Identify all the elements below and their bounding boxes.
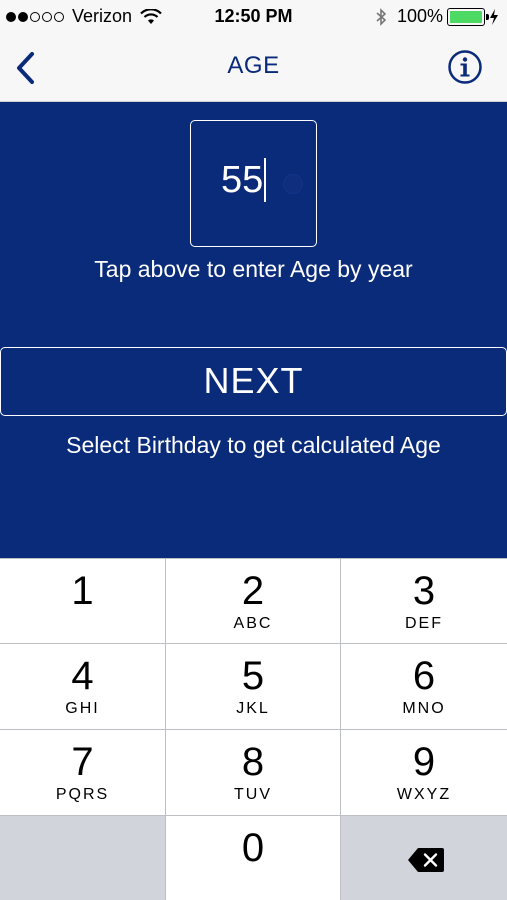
- key-letters: GHI: [65, 700, 100, 717]
- key-5[interactable]: 5 JKL: [166, 644, 340, 729]
- numeric-keypad: 1 2 ABC 3 DEF 4 GHI 5 JKL 6 MNO 7 PQRS 8…: [0, 558, 507, 900]
- age-input[interactable]: 55: [190, 120, 317, 247]
- key-letters: MNO: [402, 700, 446, 717]
- battery-tip: [486, 13, 489, 20]
- key-digit: 3: [412, 569, 436, 613]
- status-right: 100%: [375, 6, 499, 27]
- key-4[interactable]: 4 GHI: [0, 644, 165, 729]
- backspace-icon: [408, 848, 444, 872]
- key-letters: PQRS: [55, 786, 110, 803]
- battery-percentage: 100%: [396, 6, 443, 26]
- key-digit: 5: [241, 654, 265, 698]
- key-letters: ABC: [233, 615, 273, 632]
- key-2[interactable]: 2 ABC: [166, 559, 340, 643]
- battery-level: [450, 10, 482, 23]
- delete-key[interactable]: [341, 816, 507, 900]
- key-8[interactable]: 8 TUV: [166, 730, 340, 815]
- birthday-hint: Select Birthday to get calculated Age: [66, 432, 441, 458]
- key-digit: 7: [71, 740, 94, 784]
- info-button[interactable]: [447, 49, 483, 85]
- key-1[interactable]: 1: [0, 559, 165, 643]
- key-3[interactable]: 3 DEF: [341, 559, 507, 643]
- age-value: 55: [221, 159, 264, 201]
- key-letters: TUV: [234, 786, 272, 803]
- key-digit: 1: [71, 569, 94, 613]
- battery-icon: [447, 7, 489, 26]
- key-digit: 0: [241, 826, 265, 870]
- age-entry-panel: 55 Tap above to enter Age by year NEXT S…: [0, 102, 507, 558]
- key-letters: WXYZ: [396, 786, 452, 803]
- next-button[interactable]: NEXT: [0, 347, 507, 416]
- key-digit: 6: [412, 654, 436, 698]
- key-6[interactable]: 6 MNO: [341, 644, 507, 729]
- key-0[interactable]: 0: [166, 816, 340, 900]
- key-9[interactable]: 9 WXYZ: [341, 730, 507, 815]
- clear-input-icon[interactable]: [283, 174, 303, 194]
- key-digit: 2: [241, 569, 265, 613]
- navigation-bar: AGE: [0, 34, 507, 102]
- key-letters: DEF: [405, 615, 443, 632]
- key-blank: [0, 816, 165, 900]
- age-input-text: 55: [221, 157, 267, 204]
- age-entry-hint: Tap above to enter Age by year: [94, 256, 413, 282]
- text-cursor: [264, 157, 267, 202]
- key-digit: 4: [71, 654, 94, 698]
- info-icon: [448, 50, 482, 84]
- bluetooth-icon: [376, 7, 387, 26]
- charging-bolt-icon: [490, 8, 498, 25]
- status-bar: Verizon 12:50 PM 100%: [0, 0, 507, 34]
- key-digit: 9: [412, 740, 436, 784]
- key-7[interactable]: 7 PQRS: [0, 730, 165, 815]
- key-digit: 8: [241, 740, 265, 784]
- key-letters: JKL: [236, 700, 270, 717]
- page-title: AGE: [227, 52, 280, 79]
